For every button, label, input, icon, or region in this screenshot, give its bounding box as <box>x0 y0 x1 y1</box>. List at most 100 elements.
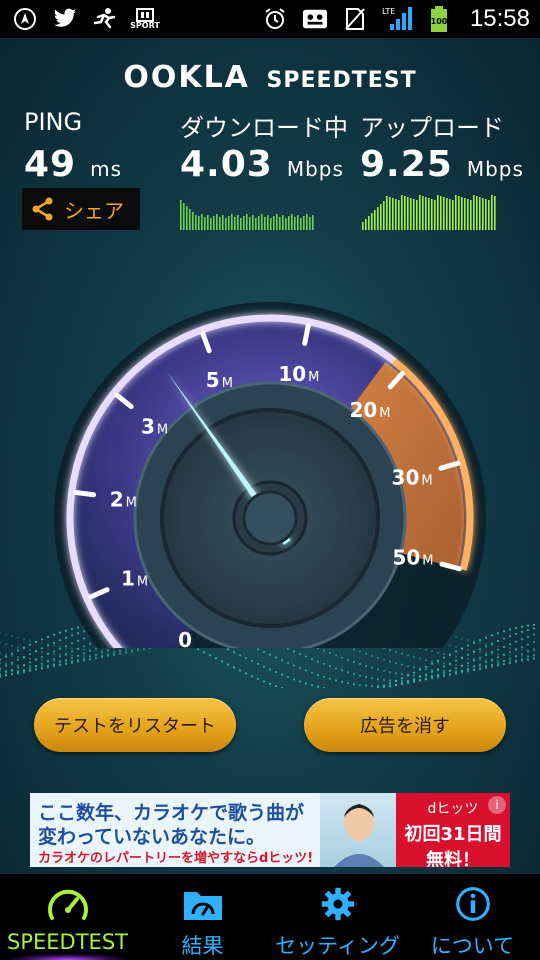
sparkline-bar <box>222 215 224 230</box>
nav-about-label: について <box>430 934 515 958</box>
ad-info-icon[interactable]: i <box>488 796 506 814</box>
sparkline-bar <box>237 215 239 230</box>
gauge-tick <box>73 489 97 498</box>
sparkline-bar <box>258 216 260 230</box>
twitter-icon <box>52 6 78 32</box>
bottom-navigation: SPEEDTEST 結果 セッティング について <box>0 874 540 960</box>
download-value: 4.03 <box>180 144 273 185</box>
sparkline-bar <box>246 214 248 230</box>
sparkline-bar <box>365 219 367 230</box>
speedtest-screen: OOKLA SPEEDTEST PING 49 ms シェア ダウンロード中 4… <box>0 38 540 874</box>
gear-icon <box>321 887 354 921</box>
sparkline-bar <box>383 201 385 230</box>
sparkline-bar <box>488 200 490 230</box>
battery-level: 100 <box>431 17 448 26</box>
sparkline-bar <box>491 195 493 230</box>
sparkline-bar <box>458 196 460 230</box>
nav-results-label: 結果 <box>181 934 224 958</box>
remove-ads-button[interactable]: 広告を消す <box>304 698 506 752</box>
sparkline-bar <box>404 196 406 230</box>
sparkline-bar <box>189 209 191 230</box>
runner-icon <box>92 6 118 32</box>
nav-results[interactable]: 結果 <box>135 874 270 960</box>
ping-value-group: 49 ms <box>24 144 122 185</box>
nav-settings[interactable]: セッティング <box>270 874 405 960</box>
sparkline-bar <box>303 216 305 230</box>
sparkline-bar <box>207 215 209 230</box>
sparkline-bar <box>368 216 370 230</box>
ad-offer-2: 無料！ <box>426 850 480 867</box>
sparkline-bar <box>309 217 311 230</box>
nav-about[interactable]: について <box>405 874 540 960</box>
sparkline-bar <box>467 199 469 230</box>
sparkline-bar <box>294 217 296 230</box>
share-label: シェア <box>64 198 124 223</box>
sparkline-bar <box>386 196 388 230</box>
sparkline-bar <box>186 206 188 230</box>
sparkline-bar <box>362 222 364 230</box>
sparkline-bar <box>282 215 284 230</box>
results-folder-icon <box>183 892 222 920</box>
info-icon <box>455 887 490 921</box>
sparkline-bar <box>395 199 397 230</box>
ad-person-photo <box>320 793 398 867</box>
sparkline-bar <box>371 213 373 230</box>
nav-speedtest-label: SPEEDTEST <box>7 930 128 954</box>
sparkline-bar <box>297 215 299 230</box>
sport-label: SPORT <box>130 21 160 30</box>
ping-unit: ms <box>90 157 123 181</box>
sparkline-bar <box>377 207 379 230</box>
sparkline-bar <box>180 200 182 230</box>
download-label: ダウンロード中 <box>180 114 348 142</box>
navigation-icon <box>12 6 38 32</box>
sparkline-bar <box>225 218 227 230</box>
sparkline-bar <box>419 195 421 230</box>
upload-unit: Mbps <box>466 157 524 181</box>
sparkline-bar <box>485 199 487 230</box>
ad-headline-1: ここ数年、カラオケで歌う曲が <box>38 802 305 824</box>
sparkline-bar <box>279 217 281 230</box>
upload-value-group: 9.25 Mbps <box>360 144 524 185</box>
sparkline-bar <box>443 197 445 230</box>
sparkline-bar <box>261 214 263 230</box>
sparkline-bar <box>249 217 251 230</box>
sparkline-bar <box>240 218 242 230</box>
sparkline-bar <box>452 200 454 230</box>
sparkline-bar <box>455 195 457 230</box>
sparkline-bar <box>410 198 412 230</box>
clock-time: 15:58 <box>469 5 530 32</box>
sparkline-bar <box>291 214 293 230</box>
sparkline-bar <box>422 196 424 230</box>
ping-label: PING <box>24 108 83 136</box>
sparkline-bar <box>273 216 275 230</box>
sparkline-bar <box>231 214 233 230</box>
sparkline-bar <box>312 215 314 230</box>
sparkline-bar <box>374 210 376 230</box>
logo-speedtest-text: SPEEDTEST <box>266 68 417 93</box>
sparkline-bar <box>243 216 245 230</box>
lte-label: LTE <box>382 7 395 16</box>
sparkline-bar <box>234 217 236 230</box>
status-bar: SPORT LTE 100 15:58 <box>0 0 540 38</box>
sparkline-bar <box>413 199 415 230</box>
gauge-tick <box>302 323 311 346</box>
sport-app-icon: SPORT <box>130 6 160 32</box>
sparkline-bar <box>219 217 221 230</box>
sparkline-bar <box>213 216 215 230</box>
ad-banner[interactable]: ここ数年、カラオケで歌う曲が 変わっていないあなたに。 カラオケのレパートリーを… <box>30 793 510 867</box>
ad-subline: カラオケのレパートリーを増やすならdヒッツ! <box>38 851 314 866</box>
battery-icon: 100 <box>426 6 452 32</box>
sparkline-bar <box>285 218 287 230</box>
voicemail-icon <box>302 6 328 32</box>
sparkline-bar <box>434 200 436 230</box>
sparkline-bar <box>440 196 442 230</box>
ad-headline-2: 変わっていないあなたに。 <box>38 826 266 848</box>
ping-value: 49 <box>24 144 77 185</box>
share-button[interactable]: シェア <box>22 188 140 230</box>
sparkline-bar <box>389 197 391 230</box>
nav-speedtest[interactable]: SPEEDTEST <box>0 874 135 960</box>
sparkline-bar <box>267 215 269 230</box>
no-sim-icon <box>342 6 368 32</box>
restart-test-button[interactable]: テストをリスタート <box>34 698 236 752</box>
download-sparkline <box>180 200 314 230</box>
